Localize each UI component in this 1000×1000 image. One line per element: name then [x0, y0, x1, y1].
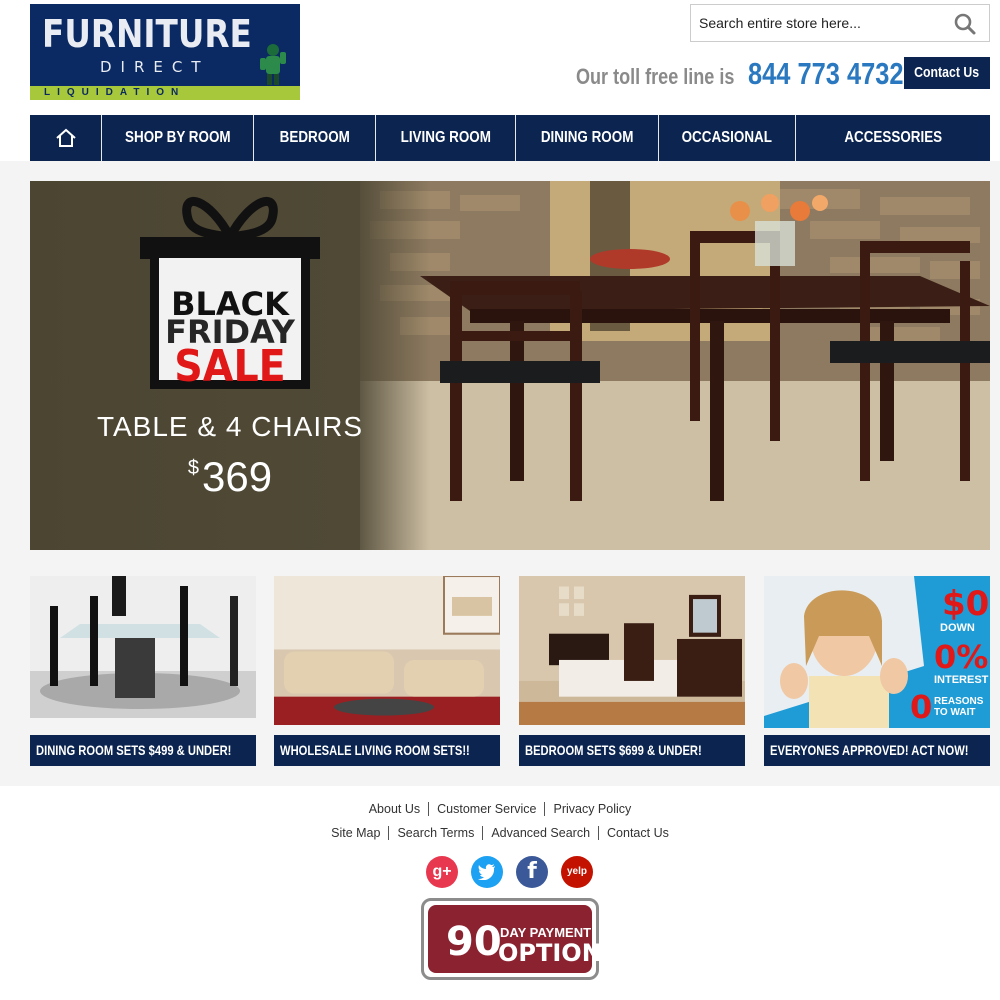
payment-label-line1: DAY PAYMENT — [500, 925, 592, 940]
main-nav: SHOP BY ROOM BEDROOM LIVING ROOM DINING … — [30, 115, 990, 161]
footer-link-contact-us[interactable]: Contact Us — [599, 826, 677, 840]
footer-link-advanced-search[interactable]: Advanced Search — [483, 826, 600, 840]
footer-link-site-map[interactable]: Site Map — [323, 826, 390, 840]
footer-link-privacy-policy[interactable]: Privacy Policy — [545, 802, 639, 816]
tile-dining-room[interactable]: DINING ROOM SETS $499 & UNDER! — [30, 576, 256, 766]
tile-living-room[interactable]: WHOLESALE LIVING ROOM SETS!! — [274, 576, 500, 766]
tile-caption: DINING ROOM SETS $499 & UNDER! — [30, 735, 256, 766]
footer-link-search-terms[interactable]: Search Terms — [389, 826, 484, 840]
hero-price: $369 — [30, 453, 430, 501]
dining-room-photo — [360, 181, 990, 550]
nav-shop-by-room[interactable]: SHOP BY ROOM — [102, 115, 254, 161]
tollfree-line: Our toll free line is 844 773 4732 — [576, 56, 937, 96]
contact-us-label: Contact Us — [914, 64, 980, 81]
price-currency: $ — [187, 457, 200, 479]
site-header: FURNITURE DIRECT LIQUIDATION WAREHOUSE O… — [0, 0, 1000, 115]
tile-caption: EVERYONES APPROVED! ACT NOW! — [764, 735, 990, 766]
payment-days-number: 90 — [446, 919, 502, 965]
home-icon — [55, 128, 76, 147]
logo-line-direct: DIRECT — [100, 58, 210, 76]
living-room-image — [274, 576, 500, 725]
payment-label-line2: OPTION — [498, 939, 602, 967]
contact-us-button[interactable]: Contact Us — [904, 57, 990, 89]
nav-label: BEDROOM — [279, 129, 350, 146]
offer-reasons-label: REASONS TO WAIT — [934, 696, 984, 718]
nav-bedroom[interactable]: BEDROOM — [254, 115, 376, 161]
tollfree-number[interactable]: 844 773 4732 — [748, 56, 904, 92]
offer-zero-down: $0 — [942, 584, 990, 624]
nav-living-room[interactable]: LIVING ROOM — [376, 115, 516, 161]
offer-interest-label: INTEREST — [934, 674, 989, 686]
footer-link-about-us[interactable]: About Us — [361, 802, 430, 816]
tile-caption-text: EVERYONES APPROVED! ACT NOW! — [770, 742, 969, 758]
offer-down-label: DOWN — [940, 622, 975, 634]
facebook-icon[interactable]: f — [516, 856, 548, 888]
offer-zero-reasons: 0 — [910, 688, 933, 726]
footer-link-customer-service[interactable]: Customer Service — [429, 802, 546, 816]
nav-label: DINING ROOM — [540, 129, 634, 146]
mascot-icon — [260, 44, 286, 85]
price-value: 369 — [202, 453, 273, 500]
logo-line-liquidation: LIQUIDATION WAREHOUSE — [30, 86, 300, 100]
search-box — [690, 4, 990, 42]
tile-caption-text: WHOLESALE LIVING ROOM SETS!! — [280, 742, 470, 758]
google-plus-icon[interactable]: g+ — [426, 856, 458, 888]
payment-option-badge[interactable]: 90 DAY PAYMENT OPTION — [421, 898, 602, 980]
dining-set-image — [30, 576, 256, 718]
nav-label: ACCESSORIES — [844, 129, 942, 146]
nav-home[interactable] — [30, 115, 102, 161]
hero-banner[interactable]: BLACK FRIDAY SALE TABLE & 4 CHAIRS $369 — [30, 181, 990, 550]
nav-label: OCCASIONAL — [681, 129, 773, 146]
nav-label: LIVING ROOM — [400, 129, 491, 146]
footer-links-row-2: Site Map Search Terms Advanced Search Conta… — [0, 826, 1000, 840]
nav-dining-room[interactable]: DINING ROOM — [516, 115, 659, 161]
payment-badge-inner: 90 DAY PAYMENT OPTION — [428, 905, 602, 973]
tile-approved[interactable]: $0 DOWN 0% INTEREST 0 REASONS TO WAIT EV… — [764, 576, 990, 766]
footer-links-row-1: About Us Customer Service Privacy Policy — [0, 802, 1000, 816]
offer-zero-interest: 0% — [934, 638, 989, 676]
nav-accessories[interactable]: ACCESSORIES — [796, 115, 990, 161]
site-logo[interactable]: FURNITURE DIRECT LIQUIDATION WAREHOUSE — [30, 4, 300, 100]
bedroom-image — [519, 576, 745, 725]
yelp-icon[interactable]: yelp — [561, 856, 593, 888]
tile-bedroom[interactable]: BEDROOM SETS $699 & UNDER! — [519, 576, 745, 766]
nav-label: SHOP BY ROOM — [124, 129, 231, 146]
tile-caption-text: BEDROOM SETS $699 & UNDER! — [525, 742, 702, 758]
gift-box-graphic: BLACK FRIDAY SALE — [140, 189, 320, 399]
tile-caption: BEDROOM SETS $699 & UNDER! — [519, 735, 745, 766]
twitter-icon[interactable] — [471, 856, 503, 888]
search-input[interactable] — [691, 5, 941, 41]
tile-caption-text: DINING ROOM SETS $499 & UNDER! — [36, 742, 232, 758]
tollfree-prefix: Our toll free line is — [576, 64, 735, 89]
hero-product-title: TABLE & 4 CHAIRS — [96, 411, 363, 442]
gift-text-sale: SALE — [174, 341, 286, 392]
nav-occasional[interactable]: OCCASIONAL — [659, 115, 796, 161]
logo-line-furniture: FURNITURE — [42, 12, 252, 56]
search-icon[interactable] — [953, 12, 977, 36]
tile-caption: WHOLESALE LIVING ROOM SETS!! — [274, 735, 500, 766]
approved-image: $0 DOWN 0% INTEREST 0 REASONS TO WAIT — [764, 576, 990, 728]
